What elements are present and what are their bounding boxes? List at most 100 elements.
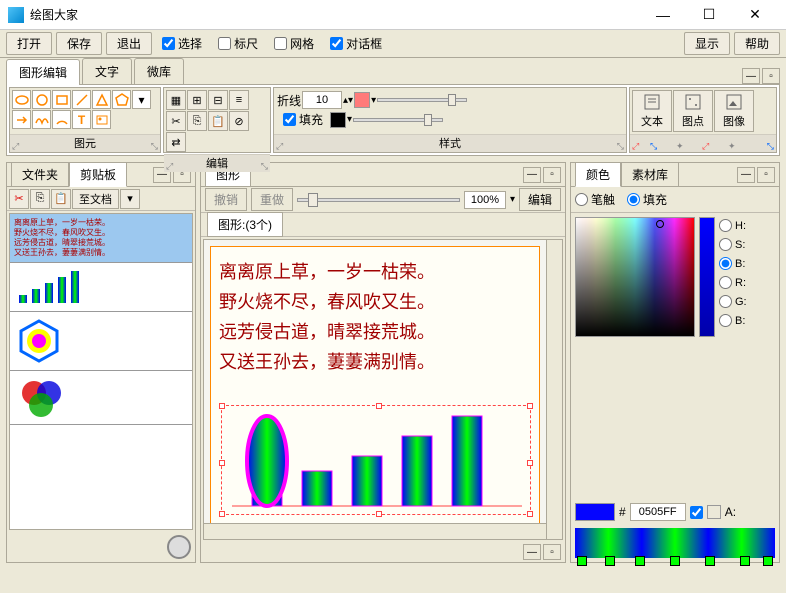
b-radio[interactable]: B:	[719, 257, 747, 270]
canvas-scrollbar-v[interactable]	[546, 240, 562, 539]
zoom-slider[interactable]	[297, 198, 460, 202]
clipboard-list[interactable]: 离离原上草，一岁一枯荣。野火烧不尽，春风吹又生。远芳侵古道，晴翠接荒城。又送王孙…	[9, 213, 193, 530]
clip-item-poem[interactable]: 离离原上草，一岁一枯荣。野火烧不尽，春风吹又生。远芳侵古道，晴翠接荒城。又送王孙…	[10, 214, 192, 263]
ruler-checkbox[interactable]: 标尺	[212, 35, 264, 52]
r-radio[interactable]: R:	[719, 276, 747, 289]
record-button[interactable]	[167, 535, 191, 559]
canvas-area[interactable]: 离离原上草，一岁一枯荣。 野火烧不尽，春风吹又生。 远芳侵古道，晴翠接荒城。 又…	[203, 239, 563, 540]
stroke-color-swatch[interactable]	[354, 92, 370, 108]
tab-micro[interactable]: 微库	[134, 58, 184, 84]
flip-button[interactable]: ⇄	[166, 132, 186, 152]
color-picker-area[interactable]	[575, 217, 695, 337]
color-panel: 颜色 素材库 —▫ 笔触 填充 H: S: B: R: G: B: #	[570, 162, 780, 563]
h-radio[interactable]: H:	[719, 219, 747, 232]
g-radio[interactable]: G:	[719, 295, 747, 308]
to-doc-button[interactable]: 至文档	[72, 189, 119, 209]
alpha-swatch[interactable]	[707, 505, 721, 519]
ungroup-button[interactable]: ⊟	[208, 90, 228, 110]
image-big-button[interactable]: 图像	[714, 90, 754, 132]
text-tool[interactable]: T	[72, 110, 91, 129]
maximize-button[interactable]: ☐	[686, 0, 732, 30]
open-button[interactable]: 打开	[6, 32, 52, 55]
canvas-restore-button[interactable]: ▫	[543, 167, 561, 183]
right-restore-button[interactable]: ▫	[757, 167, 775, 183]
grid-checkbox[interactable]: 网格	[268, 35, 320, 52]
save-button[interactable]: 保存	[56, 32, 102, 55]
canvas-min-button[interactable]: —	[523, 167, 541, 183]
select-all-button[interactable]: ▦	[166, 90, 186, 110]
b2-radio[interactable]: B:	[719, 314, 747, 327]
stroke-opacity-slider[interactable]	[377, 98, 467, 102]
clip-copy-button[interactable]: ⎘	[30, 189, 50, 209]
s-radio[interactable]: S:	[719, 238, 747, 251]
arrow-tool[interactable]	[12, 110, 31, 129]
edit-button[interactable]: 编辑	[519, 188, 561, 211]
select-checkbox[interactable]: 选择	[156, 35, 208, 52]
image-tool[interactable]	[92, 110, 111, 129]
shapes-count-tab[interactable]: 图形:(3个)	[207, 212, 283, 237]
tab-color[interactable]: 颜色	[575, 162, 621, 187]
circle-tool[interactable]	[32, 90, 51, 109]
wave-tool[interactable]	[32, 110, 51, 129]
clip-item-hexagon[interactable]	[10, 312, 192, 371]
redo-button[interactable]: 重做	[251, 188, 293, 211]
canvas-scrollbar-h[interactable]	[204, 523, 546, 539]
align-button[interactable]: ≡	[229, 90, 249, 110]
tab-folders[interactable]: 文件夹	[11, 162, 69, 187]
close-button[interactable]: ✕	[732, 0, 778, 30]
tab-material[interactable]: 素材库	[621, 162, 679, 187]
help-button[interactable]: 帮助	[734, 32, 780, 55]
show-button[interactable]: 显示	[684, 32, 730, 55]
line-tool[interactable]	[72, 90, 91, 109]
copy-button[interactable]: ⎘	[187, 111, 207, 131]
text-big-button[interactable]: 文本	[632, 90, 672, 132]
minimize-button[interactable]: —	[640, 0, 686, 30]
delete-button[interactable]: ⊘	[229, 111, 249, 131]
canvas-content[interactable]: 离离原上草，一岁一枯荣。 野火烧不尽，春风吹又生。 远芳侵古道，晴翠接荒城。 又…	[210, 246, 540, 526]
hex-input[interactable]	[630, 503, 686, 521]
gradient-editor[interactable]	[575, 528, 775, 558]
zoom-input[interactable]	[464, 191, 506, 209]
fill-radio[interactable]: 填充	[627, 191, 667, 208]
arc-tool[interactable]	[52, 110, 71, 129]
clip-paste-button[interactable]: 📋	[51, 189, 71, 209]
exit-button[interactable]: 退出	[106, 32, 152, 55]
canvas-foot-restore-button[interactable]: ▫	[543, 544, 561, 560]
app-icon	[8, 7, 24, 23]
tab-shape-edit[interactable]: 图形编辑	[6, 59, 80, 85]
more-shapes-button[interactable]: ▾	[132, 90, 151, 109]
tab-clipboard[interactable]: 剪贴板	[69, 162, 127, 187]
paste-button[interactable]: 📋	[208, 111, 228, 131]
right-min-button[interactable]: —	[737, 167, 755, 183]
triangle-tool[interactable]	[92, 90, 111, 109]
hue-slider[interactable]	[699, 217, 715, 337]
cut-button[interactable]: ✂	[166, 111, 186, 131]
alpha-checkbox[interactable]	[690, 506, 703, 519]
tab-text[interactable]: 文字	[82, 58, 132, 84]
dialog-checkbox[interactable]: 对话框	[324, 35, 388, 52]
alpha-label: A:	[725, 505, 736, 519]
clip-cut-button[interactable]: ✂	[9, 189, 29, 209]
fill-checkbox[interactable]: 填充	[277, 111, 329, 128]
ellipse-tool[interactable]	[12, 90, 31, 109]
undo-button[interactable]: 撤销	[205, 188, 247, 211]
clip-item-chart[interactable]	[10, 263, 192, 312]
canvas-foot-min-button[interactable]: —	[523, 544, 541, 560]
poem-text[interactable]: 离离原上草，一岁一枯荣。 野火烧不尽，春风吹又生。 远芳侵古道，晴翠接荒城。 又…	[211, 247, 539, 387]
polygon-tool[interactable]	[112, 90, 131, 109]
ribbon-min-button[interactable]: —	[742, 68, 760, 84]
points-big-button[interactable]: 图点	[673, 90, 713, 132]
ribbon-close-button[interactable]: ▫	[762, 68, 780, 84]
clip-dropdown-button[interactable]: ▾	[120, 189, 140, 209]
chart-selection[interactable]	[221, 405, 531, 515]
polyline-input[interactable]	[302, 91, 342, 109]
rect-tool[interactable]	[52, 90, 71, 109]
fill-opacity-slider[interactable]	[353, 118, 443, 122]
fill-color-swatch[interactable]	[330, 112, 346, 128]
prev-clip-button[interactable]	[143, 537, 163, 557]
group-button[interactable]: ⊞	[187, 90, 207, 110]
menu-bar: 打开 保存 退出 选择 标尺 网格 对话框 显示 帮助	[0, 30, 786, 58]
clip-item-circles[interactable]	[10, 371, 192, 425]
pen-radio[interactable]: 笔触	[575, 191, 615, 208]
current-color-swatch[interactable]	[575, 503, 615, 521]
